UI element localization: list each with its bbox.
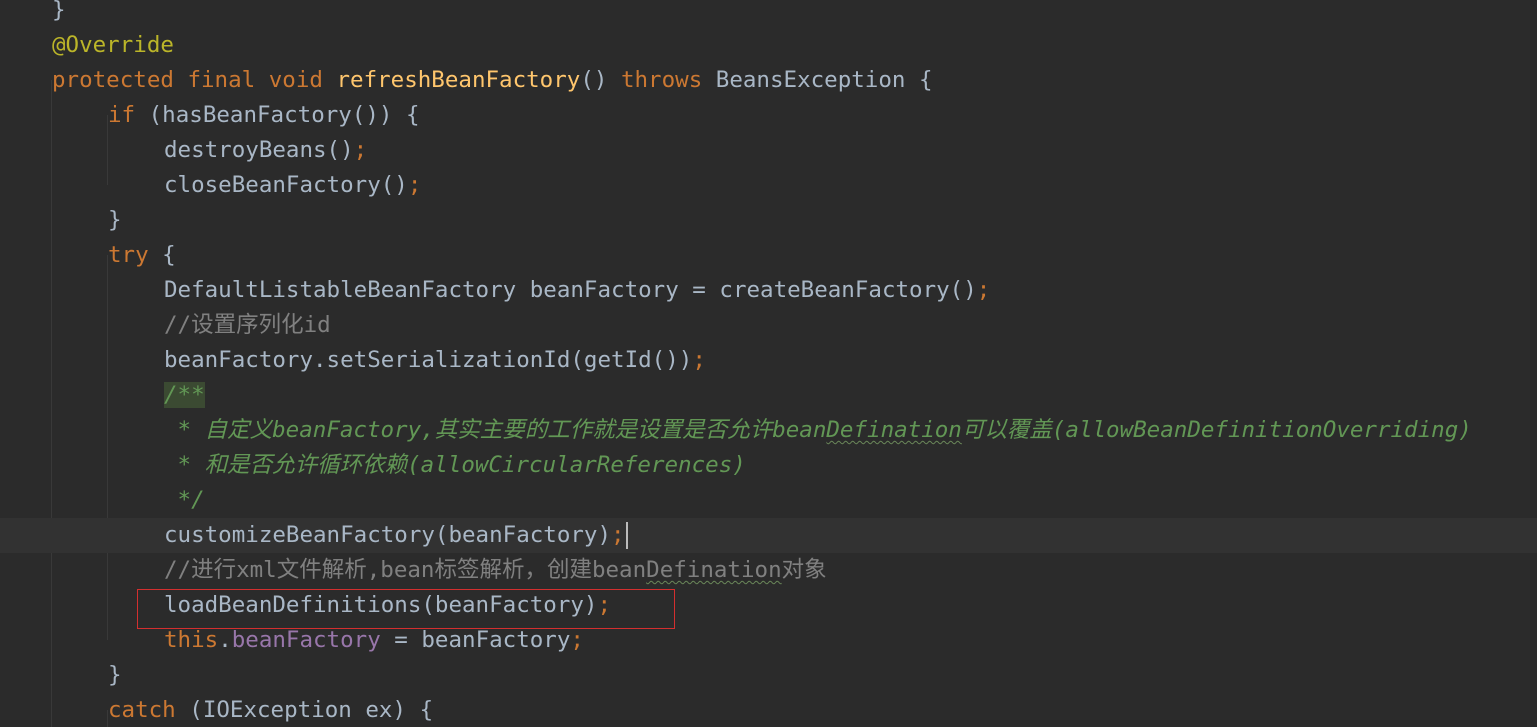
code-line-content: destroyBeans(); (164, 133, 367, 168)
code-line-content: protected final void refreshBeanFactory(… (52, 63, 933, 98)
code-line-content: * 自定义beanFactory,其实主要的工作就是设置是否允许beanDefi… (164, 413, 1472, 448)
code-line[interactable]: /** (0, 378, 1537, 413)
code-token: () (580, 67, 621, 93)
code-line-content: /** (164, 378, 205, 413)
code-line[interactable]: } (0, 203, 1537, 238)
code-token: final (187, 67, 256, 93)
code-token: /** (164, 382, 205, 408)
code-line-content: } (52, 0, 66, 28)
code-line-content: if (hasBeanFactory()) { (108, 98, 420, 133)
code-line[interactable]: try { (0, 238, 1537, 273)
code-token: (hasBeanFactory()) { (135, 102, 420, 128)
code-token: destroyBeans() (164, 137, 354, 163)
code-token: @Override (52, 32, 174, 58)
code-token: } (108, 662, 122, 688)
code-token: beanFactory (231, 627, 381, 653)
text-caret (625, 522, 628, 549)
code-line-content: * 和是否允许循环依赖(allowCircularReferences) (164, 448, 746, 483)
code-line-content: @Override (52, 28, 174, 63)
code-line[interactable]: closeBeanFactory(); (0, 168, 1537, 203)
code-token: DefaultListableBeanFactory beanFactory =… (164, 277, 977, 303)
code-token: //设置序列化id (164, 312, 331, 338)
code-token: . (218, 627, 232, 653)
code-token: //进行xml文件解析,bean标签解析，创建bean (164, 557, 647, 583)
code-token: } (52, 0, 66, 23)
code-line-content: customizeBeanFactory(beanFactory); (164, 518, 625, 553)
code-token: ; (611, 522, 625, 548)
code-token: (IOException ex) { (175, 697, 434, 723)
code-token: throws (620, 67, 703, 93)
code-token: try (108, 242, 149, 268)
code-token: Defination (826, 417, 962, 443)
code-token: ; (353, 137, 368, 163)
code-line-content: try { (108, 238, 176, 273)
code-line[interactable]: beanFactory.setSerializationId(getId()); (0, 343, 1537, 378)
code-token: customizeBeanFactory(beanFactory) (164, 522, 612, 548)
code-line-content: } (108, 658, 122, 693)
code-line[interactable]: } (0, 658, 1537, 693)
code-token: void (268, 67, 323, 93)
code-token: this (164, 627, 219, 653)
code-token: */ (164, 487, 205, 513)
code-line[interactable]: //设置序列化id (0, 308, 1537, 343)
code-line[interactable]: */ (0, 483, 1537, 518)
code-line[interactable]: } (0, 0, 1537, 28)
code-token: * 和是否允许循环依赖(allowCircularReferences) (164, 452, 746, 478)
code-line[interactable]: if (hasBeanFactory()) { (0, 98, 1537, 133)
code-token: * 自定义beanFactory,其实主要的工作就是设置是否允许bean (164, 417, 827, 443)
code-token: closeBeanFactory() (164, 172, 408, 198)
code-token: protected (52, 67, 174, 93)
code-token: 可以覆盖(allowBeanDefinitionOverriding) (961, 417, 1472, 443)
code-token: ; (976, 277, 991, 303)
code-line[interactable]: * 自定义beanFactory,其实主要的工作就是设置是否允许beanDefi… (0, 413, 1537, 448)
code-line[interactable]: * 和是否允许循环依赖(allowCircularReferences) (0, 448, 1537, 483)
code-line-content: catch (IOException ex) { (108, 693, 433, 727)
code-line-content: //设置序列化id (164, 308, 331, 343)
code-token: = beanFactory (380, 627, 571, 653)
code-token: { (148, 242, 176, 268)
code-token: ; (570, 627, 584, 653)
code-line-content: beanFactory.setSerializationId(getId()); (164, 343, 706, 378)
code-line[interactable]: catch (IOException ex) { (0, 693, 1537, 727)
code-token: if (108, 102, 136, 128)
code-token: ; (692, 347, 706, 373)
code-token: ; (407, 172, 422, 198)
code-token: refreshBeanFactory (336, 67, 581, 93)
code-token: catch (108, 697, 176, 723)
code-line-content: DefaultListableBeanFactory beanFactory =… (164, 273, 990, 308)
code-line-content: closeBeanFactory(); (164, 168, 421, 203)
code-token: } (108, 207, 122, 233)
code-line[interactable]: //进行xml文件解析,bean标签解析，创建beanDefination对象 (0, 553, 1537, 588)
code-line[interactable]: @Override (0, 28, 1537, 63)
code-editor[interactable]: } @Override protected final void refreshBe… (0, 0, 1537, 727)
code-line-content: */ (164, 483, 205, 518)
code-token: beanFactory.setSerializationId(getId()) (164, 347, 693, 373)
code-line[interactable]: customizeBeanFactory(beanFactory); (0, 518, 1537, 553)
code-line-content: } (108, 203, 122, 238)
code-token: Defination (646, 557, 782, 583)
code-line[interactable]: DefaultListableBeanFactory beanFactory =… (0, 273, 1537, 308)
highlight-box (137, 589, 675, 629)
code-line-content: //进行xml文件解析,bean标签解析，创建beanDefination对象 (164, 553, 827, 588)
code-token: BeansException { (702, 67, 933, 93)
code-token: 对象 (781, 557, 827, 583)
code-line[interactable]: destroyBeans(); (0, 133, 1537, 168)
code-line[interactable]: protected final void refreshBeanFactory(… (0, 63, 1537, 98)
